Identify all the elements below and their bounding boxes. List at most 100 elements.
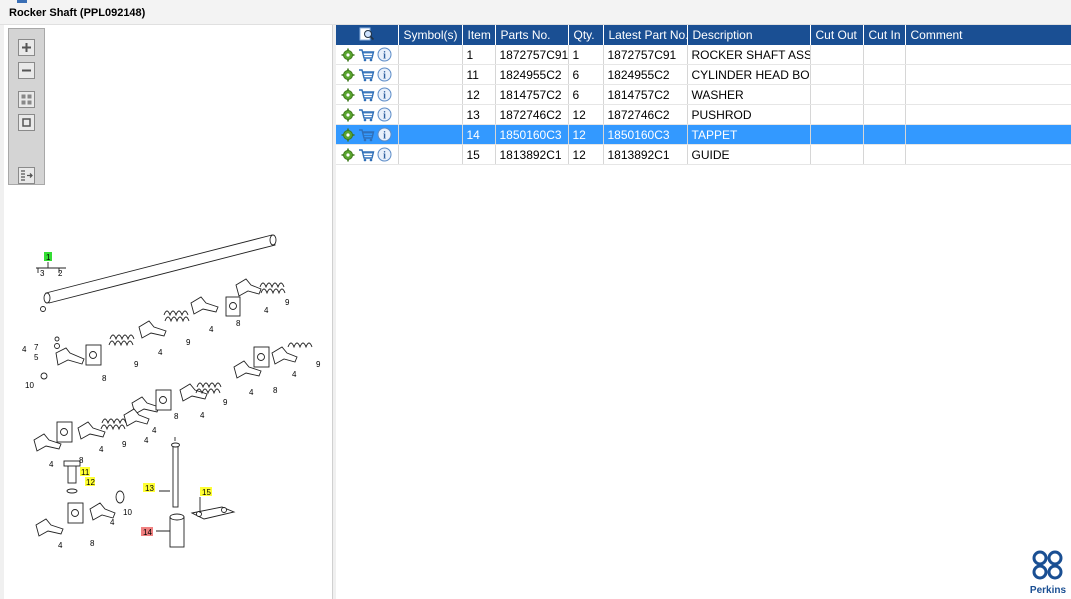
zoom-in-button[interactable] [18,39,35,56]
callout-4[interactable]: 4 [49,460,54,469]
column-header-cut-in[interactable]: Cut In [863,25,906,45]
callout-4[interactable]: 4 [152,426,157,435]
callout-4[interactable]: 4 [158,348,163,357]
fit-page-button[interactable] [18,91,35,108]
info-icon[interactable]: i [377,67,392,82]
cell-qty[interactable]: 6 [568,84,604,105]
cell-parts-no[interactable]: 1850160C3 [495,124,569,145]
zoom-out-button[interactable] [18,62,35,79]
cell-cut-in[interactable] [863,104,906,125]
export-button[interactable] [18,167,35,184]
find-column-header[interactable] [336,25,399,45]
cell-item[interactable]: 15 [462,144,496,165]
cell-cut-in[interactable] [863,45,906,65]
cell-comment[interactable] [905,64,1071,85]
callout-7[interactable]: 7 [34,343,39,352]
callout-9[interactable]: 9 [122,440,127,449]
cell-symbols[interactable] [398,144,463,165]
callout-4[interactable]: 4 [58,541,63,550]
cell-qty[interactable]: 6 [568,64,604,85]
column-header-latest-part-no[interactable]: Latest Part No. [603,25,688,45]
callout-4[interactable]: 4 [22,345,27,354]
table-row[interactable]: i 13 1872746C2 12 1872746C2 PUSHROD [336,104,1071,125]
illustration-pane[interactable]: 1 3 2 4 7 5 10 8 9 4 9 4 8 4 9 8 4 4 9 4… [4,25,333,599]
cell-description[interactable]: TAPPET [687,124,811,145]
cell-cut-out[interactable] [810,45,864,65]
callout-14[interactable]: 14 [143,528,152,537]
exploded-parts-diagram[interactable]: 1 3 2 4 7 5 10 8 9 4 9 4 8 4 9 8 4 4 9 4… [4,215,332,565]
gear-icon[interactable] [341,148,356,162]
callout-8[interactable]: 8 [236,319,241,328]
column-header-comment[interactable]: Comment [905,25,1071,45]
table-row[interactable]: i 15 1813892C1 12 1813892C1 GUIDE [336,144,1071,165]
cell-cut-out[interactable] [810,144,864,165]
cell-cut-out[interactable] [810,64,864,85]
callout-5[interactable]: 5 [34,353,39,362]
cell-latest-part-no[interactable]: 1872746C2 [603,104,688,125]
cell-symbols[interactable] [398,84,463,105]
column-header-item[interactable]: Item [462,25,496,45]
callout-4[interactable]: 4 [264,306,269,315]
callout-8[interactable]: 8 [174,412,179,421]
cell-symbols[interactable] [398,45,463,65]
cell-qty[interactable]: 12 [568,124,604,145]
cell-cut-in[interactable] [863,84,906,105]
cell-latest-part-no[interactable]: 1872757C91 [603,45,688,65]
cell-description[interactable]: PUSHROD [687,104,811,125]
info-icon[interactable]: i [377,87,392,102]
callout-12[interactable]: 12 [86,478,95,487]
cell-comment[interactable] [905,144,1071,165]
callout-2[interactable]: 2 [58,269,63,278]
cell-latest-part-no[interactable]: 1814757C2 [603,84,688,105]
table-row[interactable]: i11872757C9111872757C91ROCKER SHAFT ASSE… [336,45,1071,65]
cell-description[interactable]: ROCKER SHAFT ASSEMBLY [687,45,811,65]
column-header-symbols[interactable]: Symbol(s) [398,25,463,45]
cell-description[interactable]: WASHER [687,84,811,105]
table-row[interactable]: i 12 1814757C2 6 1814757C2 WASHER [336,84,1071,105]
cell-item[interactable]: 12 [462,84,496,105]
cell-item[interactable]: 13 [462,104,496,125]
cart-icon[interactable] [358,68,375,82]
cell-symbols[interactable] [398,104,463,125]
cell-cut-in[interactable] [863,124,906,145]
info-icon[interactable]: i [377,107,392,122]
callout-8[interactable]: 8 [102,374,107,383]
table-row[interactable]: i 11 1824955C2 6 1824955C2 CYLINDER HEAD BOLT [336,64,1071,85]
callout-4[interactable]: 4 [110,518,115,527]
callout-13[interactable]: 13 [145,484,154,493]
actual-size-button[interactable] [18,114,35,131]
callout-9[interactable]: 9 [316,360,321,369]
callout-4[interactable]: 4 [249,388,254,397]
callout-3[interactable]: 3 [40,269,45,278]
cell-qty[interactable]: 12 [568,144,604,165]
cell-cut-out[interactable] [810,124,864,145]
cart-icon[interactable] [358,108,375,122]
info-icon[interactable]: i [377,47,392,62]
cell-item[interactable]: 14 [462,124,496,145]
callout-8[interactable]: 8 [90,539,95,548]
column-header-parts-no[interactable]: Parts No. [495,25,569,45]
cell-parts-no[interactable]: 1872757C91 [495,45,569,65]
callout-9[interactable]: 9 [223,398,228,407]
info-icon[interactable]: i [377,127,392,142]
callout-4[interactable]: 4 [144,436,149,445]
cell-qty[interactable]: 12 [568,104,604,125]
callout-4[interactable]: 4 [292,370,297,379]
cell-comment[interactable] [905,124,1071,145]
info-icon[interactable]: i [377,147,392,162]
callout-9[interactable]: 9 [134,360,139,369]
callout-11[interactable]: 11 [81,468,90,477]
cart-icon[interactable] [358,88,375,102]
column-header-cut-out[interactable]: Cut Out [810,25,864,45]
callout-8[interactable]: 8 [79,456,84,465]
cell-parts-no[interactable]: 1814757C2 [495,84,569,105]
cell-description[interactable]: GUIDE [687,144,811,165]
table-row[interactable]: i 14 1850160C3 12 1850160C3 TAPPET [336,124,1071,145]
cell-latest-part-no[interactable]: 1824955C2 [603,64,688,85]
cell-description[interactable]: CYLINDER HEAD BOLT [687,64,811,85]
callout-8[interactable]: 8 [273,386,278,395]
cell-latest-part-no[interactable]: 1850160C3 [603,124,688,145]
cell-symbols[interactable] [398,124,463,145]
cart-icon[interactable] [358,48,375,62]
callout-9[interactable]: 9 [285,298,290,307]
